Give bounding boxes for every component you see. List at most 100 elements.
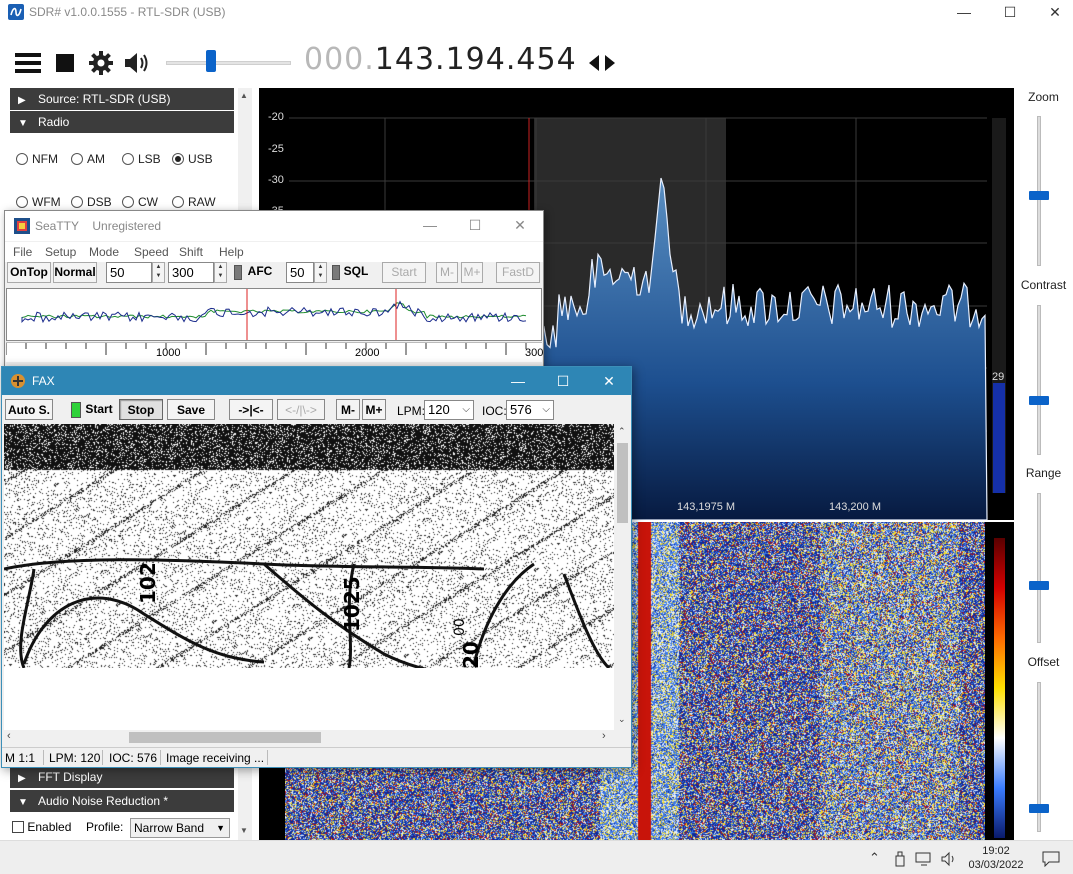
gear-icon[interactable] — [89, 51, 113, 75]
menu-mode[interactable]: Mode — [89, 245, 119, 259]
isobar-line — [22, 596, 265, 665]
sdrsharp-logo-icon — [8, 4, 24, 20]
fft-display-section-header[interactable]: ▶ FFT Display — [10, 766, 234, 788]
scroll-up-icon[interactable]: ⌃ — [618, 426, 626, 437]
contrast-slider-thumb[interactable] — [1029, 396, 1049, 405]
show-hidden-icons-chevron-icon[interactable]: ⌃ — [869, 850, 880, 866]
fax-start-button[interactable]: Start — [82, 399, 116, 420]
memory-plus-button[interactable]: M+ — [461, 262, 483, 283]
menu-file[interactable]: File — [13, 245, 32, 259]
tuning-arrows-icon[interactable] — [589, 55, 615, 71]
menu-help[interactable]: Help — [219, 245, 244, 259]
speaker-icon[interactable] — [123, 51, 151, 75]
mode-radio-lsb[interactable]: LSB — [122, 152, 161, 166]
network-icon[interactable] — [915, 851, 933, 867]
close-button[interactable]: ✕ — [1032, 0, 1073, 24]
fax-close-button[interactable]: ✕ — [586, 369, 632, 393]
isobar-line — [4, 558, 485, 571]
seatty-close-button[interactable]: ✕ — [497, 213, 543, 237]
collapse-triangle-icon: ▼ — [18, 797, 28, 808]
menu-speed[interactable]: Speed — [134, 245, 169, 259]
fax-stop-button[interactable]: Stop — [119, 399, 163, 420]
normal-button[interactable]: Normal — [53, 262, 97, 283]
anr-section-header[interactable]: ▼ Audio Noise Reduction * — [10, 790, 234, 812]
volume-slider-thumb[interactable] — [206, 50, 216, 72]
mode-radio-dsb[interactable]: DSB — [71, 195, 112, 209]
horizontal-scroll-thumb[interactable] — [129, 732, 321, 743]
contrast-slider-track[interactable] — [1037, 305, 1041, 455]
seatty-minimize-button[interactable]: — — [407, 213, 453, 237]
zoom-slider-thumb[interactable] — [1029, 191, 1049, 200]
enabled-checkbox[interactable]: Enabled — [12, 820, 71, 834]
start-indicator — [71, 402, 81, 418]
mode-radio-cw[interactable]: CW — [122, 195, 158, 209]
sql-spinner[interactable]: ▲ ▼ — [314, 262, 327, 283]
usb-drive-icon[interactable] — [894, 851, 906, 867]
fastd-button[interactable]: FastD — [496, 262, 540, 283]
ontop-button[interactable]: OnTop — [7, 262, 51, 283]
range-slider-track[interactable] — [1037, 493, 1041, 643]
fax-memory-plus-button[interactable]: M+ — [362, 399, 386, 420]
seatty-frequency-scale: 1000 2000 300 — [6, 342, 543, 362]
volume-slider-track[interactable] — [166, 61, 291, 65]
fax-minimize-button[interactable]: — — [495, 369, 541, 393]
frequency-display[interactable]: 000.143.194.454 — [304, 42, 577, 77]
right-panel: Zoom Contrast Range Offset — [1014, 88, 1073, 840]
shift-input[interactable]: 300 — [168, 262, 214, 283]
volume-icon[interactable] — [940, 851, 958, 867]
seatty-titlebar[interactable]: SeaTTY Unregistered — ☐ ✕ — [5, 211, 543, 241]
seatty-spectrum-scope[interactable] — [6, 288, 542, 341]
source-section-header[interactable]: ▶ Source: RTL-SDR (USB) — [10, 88, 234, 110]
scroll-down-icon[interactable]: ⌄ — [618, 714, 626, 725]
start-button[interactable]: Start — [382, 262, 426, 283]
lpm-label: LPM: — [397, 404, 426, 418]
mode-radio-am[interactable]: AM — [71, 152, 105, 166]
memory-minus-button[interactable]: M- — [436, 262, 458, 283]
isobar-label: 00 — [452, 618, 468, 636]
seatty-maximize-button[interactable]: ☐ — [452, 213, 498, 237]
lpm-select[interactable]: 120 ⌵ — [424, 400, 474, 420]
shift-right-button[interactable]: <-/|\-> — [277, 399, 325, 420]
range-slider-thumb[interactable] — [1029, 581, 1049, 590]
fax-save-button[interactable]: Save — [167, 399, 215, 420]
shift-spinner[interactable]: ▲ ▼ — [214, 262, 227, 283]
offset-slider-thumb[interactable] — [1029, 804, 1049, 813]
menu-setup[interactable]: Setup — [45, 245, 76, 259]
fax-image[interactable]: 102 1025 20 00 — [4, 424, 614, 730]
fax-memory-minus-button[interactable]: M- — [336, 399, 360, 420]
baud-spinner[interactable]: ▲ ▼ — [152, 262, 165, 283]
scroll-down-icon[interactable]: ▼ — [240, 826, 248, 835]
maximize-button[interactable]: ☐ — [987, 0, 1033, 24]
fax-maximize-button[interactable]: ☐ — [540, 369, 586, 393]
fax-vertical-scrollbar[interactable]: ⌃ ⌄ — [615, 424, 630, 730]
waterfall-color-scale — [994, 538, 1005, 838]
mode-radio-nfm[interactable]: NFM — [16, 152, 58, 166]
profile-select[interactable]: Narrow Band ▼ — [130, 818, 230, 838]
sql-level-input[interactable]: 50 — [286, 262, 314, 283]
fax-unreceived-area — [4, 668, 614, 730]
ioc-select[interactable]: 576 ⌵ — [506, 400, 554, 420]
minimize-button[interactable]: — — [941, 0, 987, 24]
shift-left-button[interactable]: ->|<- — [229, 399, 273, 420]
mode-radio-wfm[interactable]: WFM — [16, 195, 61, 209]
taskbar-clock[interactable]: 19:02 03/03/2022 — [961, 844, 1031, 872]
sql-button[interactable]: SQL — [342, 262, 370, 283]
baud-input[interactable]: 50 — [106, 262, 152, 283]
mode-radio-raw[interactable]: RAW — [172, 195, 216, 209]
scroll-right-icon[interactable]: › — [602, 730, 606, 742]
scroll-left-icon[interactable]: ‹ — [7, 730, 11, 742]
afc-button[interactable]: AFC — [245, 262, 275, 283]
collapse-triangle-icon: ▼ — [18, 118, 28, 129]
mode-radio-usb[interactable]: USB — [172, 152, 213, 166]
scroll-up-icon[interactable]: ▲ — [240, 91, 248, 100]
auto-start-button[interactable]: Auto S. — [5, 399, 53, 420]
fax-horizontal-scrollbar[interactable]: ‹ › — [4, 730, 615, 745]
ioc-value: 576 — [510, 402, 532, 417]
radio-section-header[interactable]: ▼ Radio — [10, 111, 234, 133]
hamburger-menu-icon[interactable] — [15, 52, 41, 74]
stop-icon[interactable] — [56, 54, 74, 72]
menu-shift[interactable]: Shift — [179, 245, 203, 259]
vertical-scroll-thumb[interactable] — [617, 443, 628, 523]
notifications-icon[interactable] — [1042, 851, 1060, 867]
fax-titlebar[interactable]: FAX — ☐ ✕ — [2, 367, 631, 395]
